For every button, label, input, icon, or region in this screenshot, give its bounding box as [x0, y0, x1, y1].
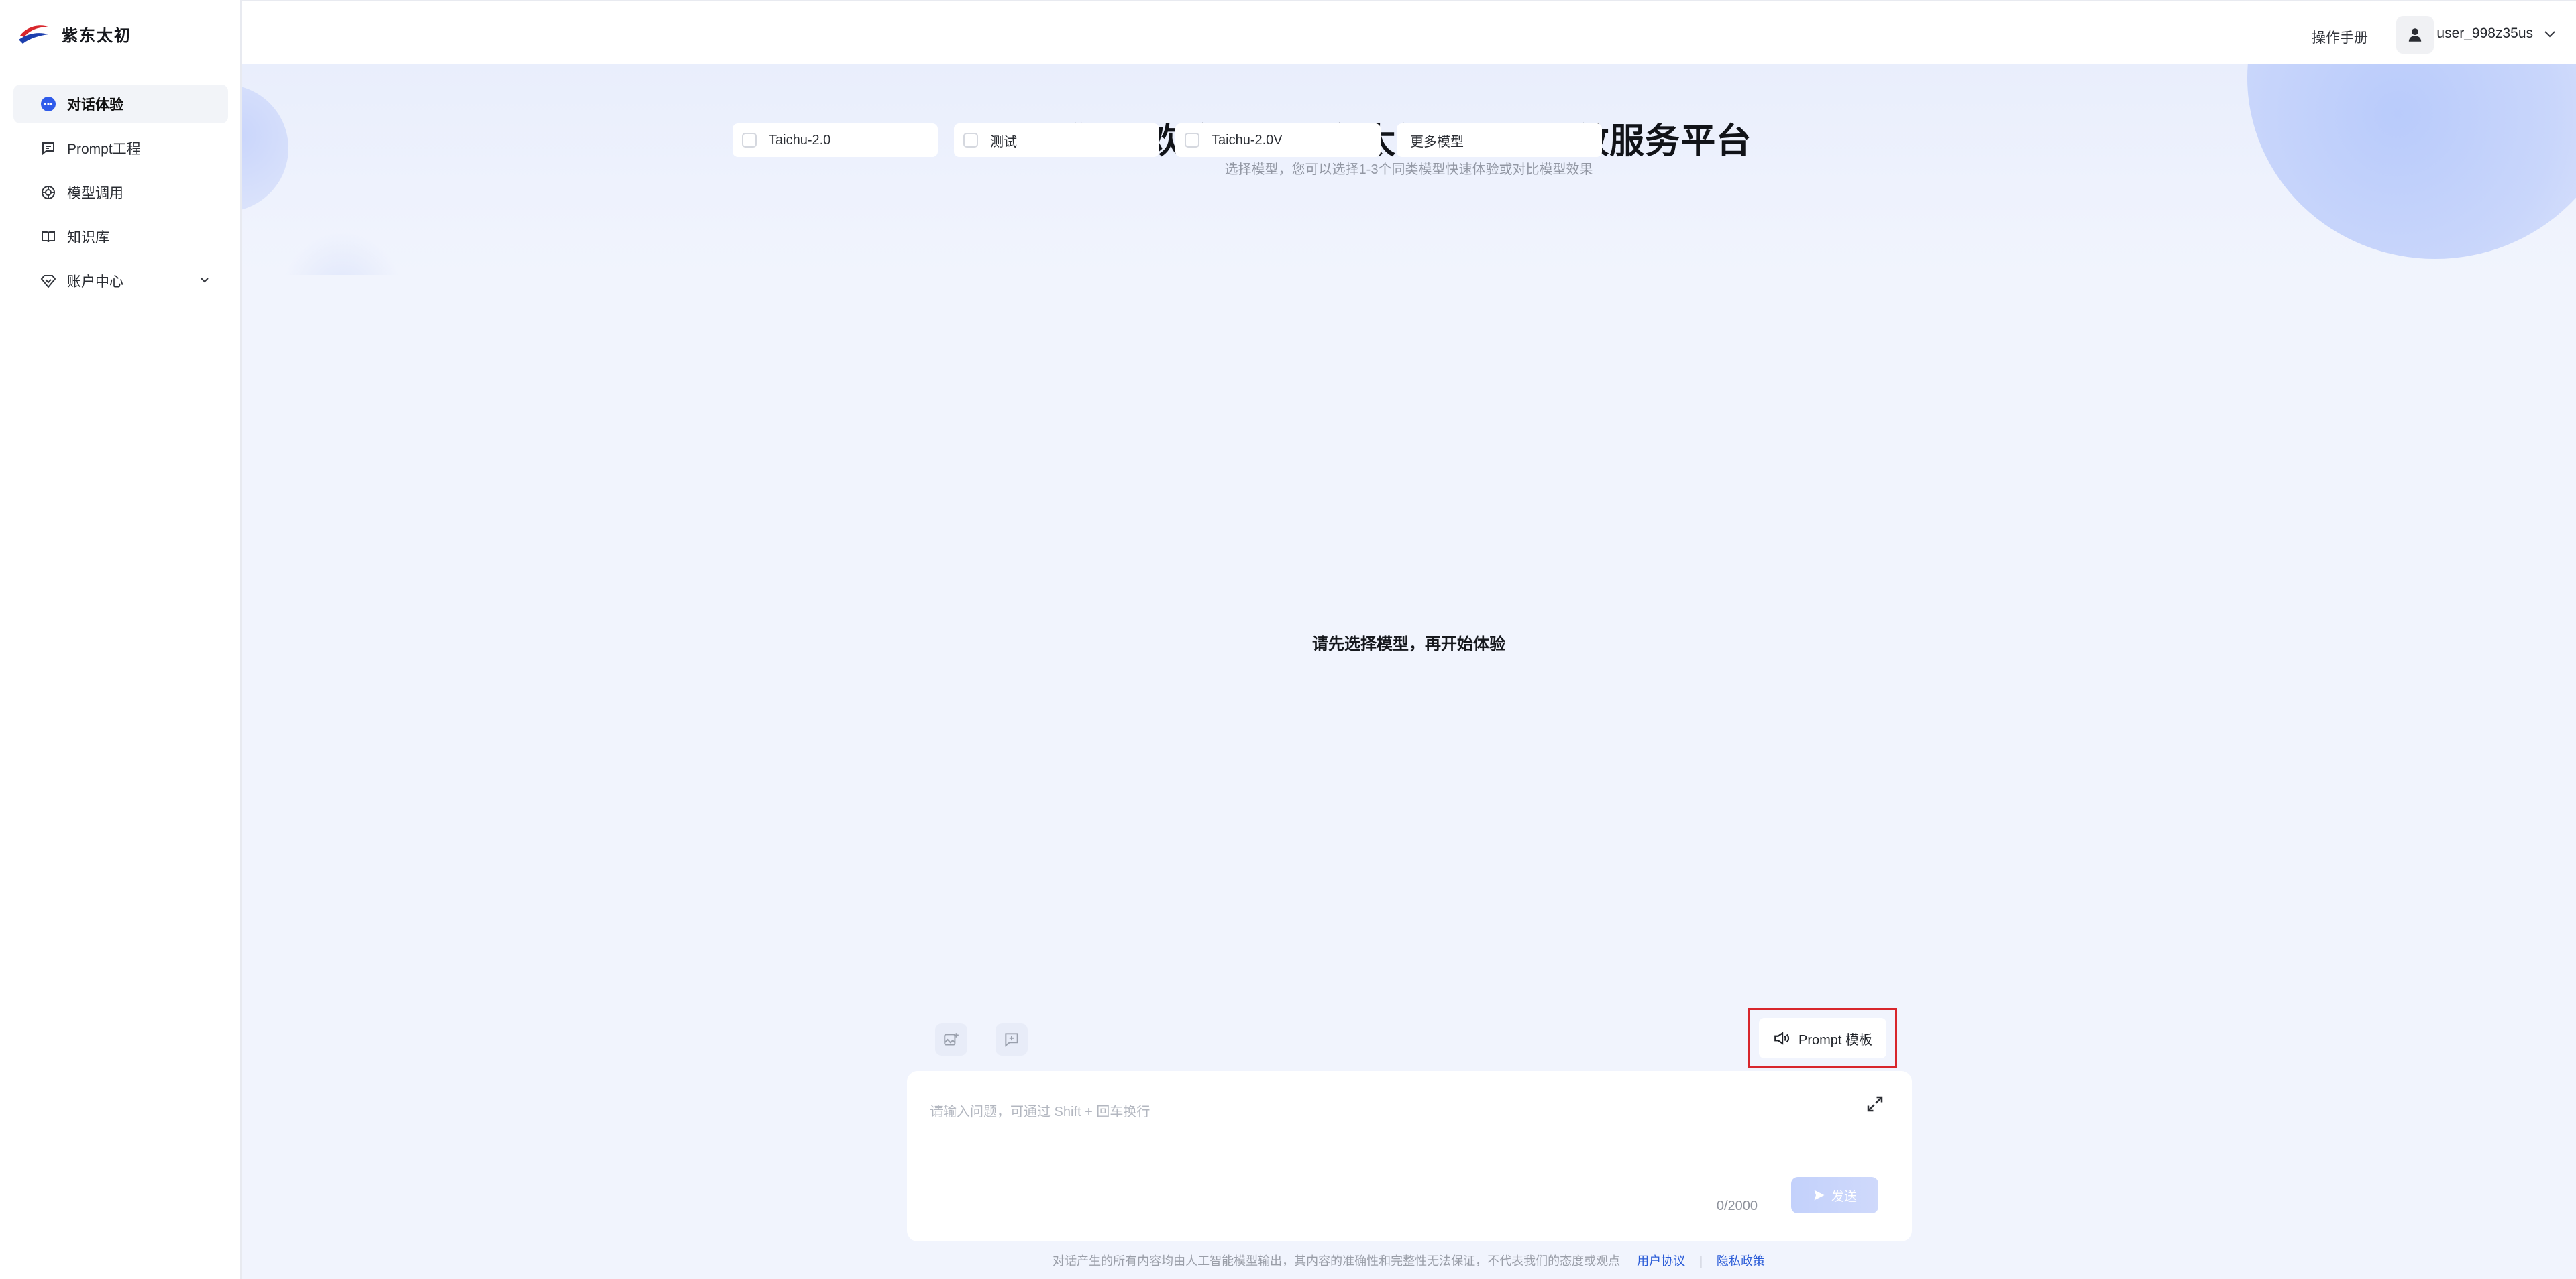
- sidebar-item-model-api[interactable]: 模型调用: [13, 173, 228, 212]
- empty-state-message: 请先选择模型，再开始体验: [1312, 635, 1505, 653]
- checkbox[interactable]: [1185, 133, 1199, 148]
- checkbox[interactable]: [963, 133, 978, 148]
- sidebar-item-chat[interactable]: 对话体验: [13, 85, 228, 123]
- more-models-button[interactable]: 更多模型: [1397, 123, 1602, 157]
- book-icon: [39, 227, 58, 246]
- avatar[interactable]: [2396, 16, 2434, 54]
- megaphone-icon: [1774, 1032, 1790, 1045]
- user-icon: [2408, 28, 2422, 42]
- image-upload-button[interactable]: [935, 1023, 967, 1056]
- send-icon: [1814, 1190, 1825, 1201]
- prompt-template-button[interactable]: Prompt 模板: [1759, 1018, 1886, 1058]
- topbar: 操作手册 user_998z35us: [241, 0, 2576, 64]
- sidebar-item-label: 对话体验: [67, 97, 123, 113]
- decorative-bubble: [282, 232, 402, 275]
- sidebar-item-label: Prompt工程: [67, 142, 141, 157]
- brand-logo-icon: [17, 22, 52, 45]
- composer: 0/2000 发送: [907, 1071, 1912, 1241]
- model-label: Taichu-2.0: [769, 132, 831, 148]
- footer-disclaimer: 对话产生的所有内容均由人工智能模型输出，其内容的准确性和完整性无法保证，不代表我…: [1053, 1254, 1621, 1268]
- footer-separator: |: [1699, 1254, 1703, 1268]
- username[interactable]: user_998z35us: [2436, 25, 2533, 42]
- sidebar-item-knowledge[interactable]: 知识库: [13, 217, 228, 256]
- image-add-icon: [944, 1033, 959, 1046]
- prompt-template-highlight: Prompt 模板: [1748, 1008, 1897, 1068]
- prompt-doc-icon: [39, 139, 58, 158]
- model-selector: Taichu-2.0 测试 Taichu-2.0V 更多模型: [733, 123, 1602, 157]
- chevron-down-icon[interactable]: [199, 274, 211, 290]
- chat-plus-icon: [1005, 1033, 1018, 1047]
- sidebar-item-label: 账户中心: [67, 274, 123, 290]
- model-option-taichu-2-0[interactable]: Taichu-2.0: [733, 123, 938, 157]
- hero-banner: 您好 欢迎使用紫东太初大模型开放服务平台 选择模型，您可以选择1-3个同类模型快…: [241, 64, 2576, 275]
- chevron-down-icon[interactable]: [2542, 27, 2557, 45]
- sidebar: 紫东太初 对话体验 Prompt工程 模型调用 知识库 账户中心: [0, 0, 241, 1279]
- more-models-label: 更多模型: [1410, 134, 1464, 150]
- footer: 对话产生的所有内容均由人工智能模型输出，其内容的准确性和完整性无法保证，不代表我…: [241, 1252, 2576, 1269]
- send-button[interactable]: 发送: [1791, 1177, 1878, 1213]
- logo[interactable]: 紫东太初: [17, 20, 131, 47]
- user-agreement-link[interactable]: 用户协议: [1637, 1254, 1685, 1268]
- char-counter: 0/2000: [1716, 1199, 1758, 1213]
- checkbox[interactable]: [742, 133, 757, 148]
- page-subtitle: 选择模型，您可以选择1-3个同类模型快速体验或对比模型效果: [1224, 162, 1593, 177]
- model-label: 测试: [990, 134, 1017, 150]
- privacy-policy-link[interactable]: 隐私政策: [1717, 1254, 1765, 1268]
- account-diamond-icon: [39, 272, 58, 290]
- prompt-template-label: Prompt 模板: [1798, 1032, 1873, 1048]
- sidebar-item-label: 知识库: [67, 230, 109, 245]
- manual-link[interactable]: 操作手册: [2312, 27, 2368, 47]
- message-input[interactable]: [930, 1101, 1829, 1181]
- sidebar-nav: 对话体验 Prompt工程 模型调用 知识库 账户中心: [13, 85, 228, 306]
- model-option-taichu-2-0v[interactable]: Taichu-2.0V: [1175, 123, 1381, 157]
- sidebar-item-label: 模型调用: [67, 186, 123, 201]
- send-label: 发送: [1831, 1189, 1857, 1204]
- sidebar-item-account[interactable]: 账户中心: [13, 262, 228, 300]
- sidebar-item-prompt[interactable]: Prompt工程: [13, 129, 228, 168]
- model-api-icon: [39, 183, 58, 202]
- model-label: Taichu-2.0V: [1212, 132, 1283, 148]
- model-option-test[interactable]: 测试: [954, 123, 1159, 157]
- brand-name: 紫东太初: [62, 25, 131, 45]
- new-chat-button[interactable]: [996, 1023, 1028, 1056]
- expand-icon[interactable]: [1865, 1094, 1885, 1117]
- chat-bubble-icon: [39, 95, 58, 113]
